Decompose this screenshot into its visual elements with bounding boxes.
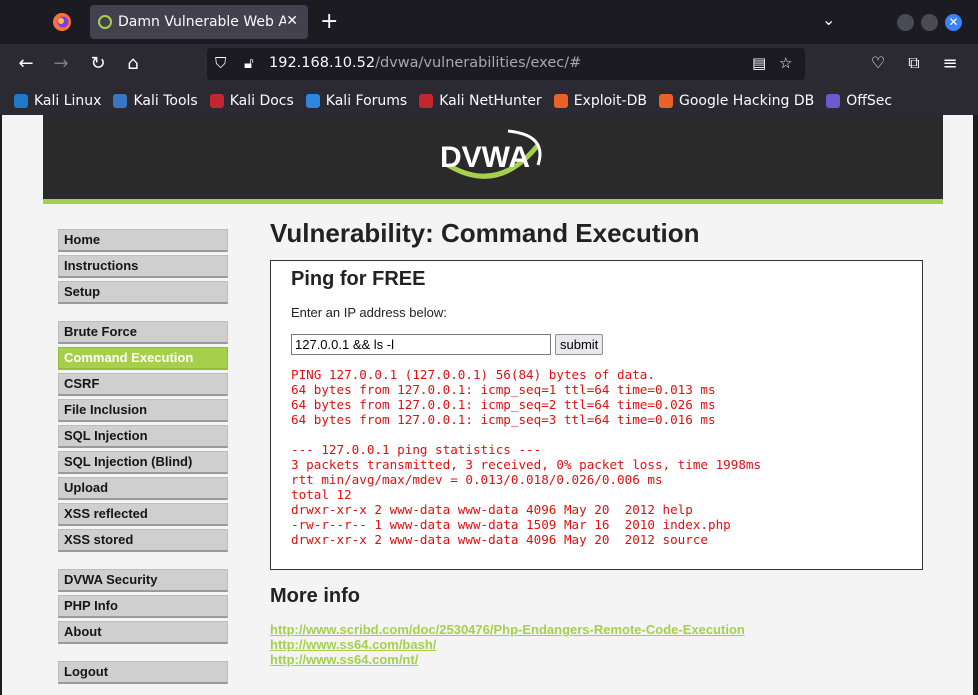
chevron-down-icon[interactable]: ⌄ <box>822 10 835 29</box>
reload-icon[interactable]: ↻ <box>87 53 109 74</box>
menu-item-brute-force[interactable]: Brute Force <box>58 321 228 344</box>
bookmark-label: Exploit-DB <box>573 92 647 109</box>
tab-title: Damn Vulnerable Web App <box>118 14 286 30</box>
extensions-icon[interactable]: ⧉ <box>903 53 925 73</box>
bookmark-item[interactable]: Kali Forums <box>305 92 408 109</box>
pocket-icon[interactable]: ♡ <box>867 53 889 72</box>
close-tab-icon[interactable]: ✕ <box>286 13 298 29</box>
bookmark-label: Kali Forums <box>325 92 408 109</box>
window-edge <box>973 115 978 695</box>
shield-icon[interactable]: ⛉ <box>215 54 226 72</box>
bookmark-item[interactable]: Kali NetHunter <box>419 92 542 109</box>
vulnerable-code-area: Ping for FREE Enter an IP address below:… <box>270 260 923 570</box>
menu-item-instructions[interactable]: Instructions <box>58 255 228 278</box>
ip-input[interactable] <box>291 334 551 355</box>
bookmark-label: Kali Tools <box>133 92 198 109</box>
menu-item-dvwa-security[interactable]: DVWA Security <box>58 569 228 592</box>
dvwa-logo: DVWA <box>440 129 542 179</box>
menu-icon[interactable]: ≡ <box>939 53 961 74</box>
menu-block: Logout <box>58 661 228 684</box>
web-page: DVWA Home Instructions Setup Brute Force Com… <box>2 115 973 695</box>
bookmark-item[interactable]: Kali Linux <box>14 93 101 109</box>
reader-view-icon[interactable]: ▤ <box>752 54 766 72</box>
bookmark-icon <box>553 93 568 108</box>
more-info-link[interactable]: http://www.ss64.com/bash/ <box>270 637 930 652</box>
menu-item-csrf[interactable]: CSRF <box>58 373 228 396</box>
bookmark-item[interactable]: Kali Tools <box>113 92 198 109</box>
new-tab-icon[interactable]: + <box>320 9 338 34</box>
minimize-button[interactable] <box>897 14 914 31</box>
menu-item-upload[interactable]: Upload <box>58 477 228 500</box>
menu-item-xss-reflected[interactable]: XSS reflected <box>58 503 228 526</box>
bookmark-label: Kali Linux <box>34 92 102 109</box>
home-icon[interactable]: ⌂ <box>122 53 144 74</box>
submit-button[interactable]: submit <box>555 334 604 355</box>
url-bar[interactable]: ⛉ 🔓︎ 192.168.10.52/dvwa/vulnerabilities/… <box>207 48 805 80</box>
menu-item-about[interactable]: About <box>58 621 228 644</box>
more-info-link[interactable]: http://www.scribd.com/doc/2530476/Php-En… <box>270 622 930 637</box>
back-icon[interactable]: ← <box>15 53 37 74</box>
bookmark-item[interactable]: OffSec <box>826 93 892 109</box>
menu-block: Home Instructions Setup <box>58 229 228 304</box>
menu-item-setup[interactable]: Setup <box>58 281 228 304</box>
menu-item-php-info[interactable]: PHP Info <box>58 595 228 618</box>
logo-text: DVWA <box>440 141 530 174</box>
side-menu: Home Instructions Setup Brute Force Command … <box>58 229 228 695</box>
main-body: Vulnerability: Command Execution Ping fo… <box>270 218 930 667</box>
url-text[interactable]: 192.168.10.52/dvwa/vulnerabilities/exec/… <box>269 55 581 71</box>
navigation-bar: ← → ↻ ⌂ ⛉ 🔓︎ 192.168.10.52/dvwa/vulnerab… <box>0 44 978 86</box>
bookmark-star-icon[interactable]: ☆ <box>779 54 792 72</box>
lock-icon[interactable]: 🔓︎ <box>244 54 254 72</box>
firefox-icon[interactable] <box>52 12 72 32</box>
bookmark-item[interactable]: Google Hacking DB <box>658 92 815 109</box>
tab-bar: Damn Vulnerable Web App ✕ + ⌄ ✕ <box>0 0 978 44</box>
bookmark-icon <box>419 93 434 108</box>
menu-item-logout[interactable]: Logout <box>58 661 228 684</box>
bookmark-label: OffSec <box>846 92 893 109</box>
menu-item-home[interactable]: Home <box>58 229 228 252</box>
bookmark-label: Google Hacking DB <box>678 92 815 109</box>
menu-item-sql-injection[interactable]: SQL Injection <box>58 425 228 448</box>
bookmark-icon <box>658 93 673 108</box>
url-path: /dvwa/vulnerabilities/exec/# <box>375 55 582 71</box>
more-info-title: More info <box>270 585 360 607</box>
menu-item-sql-injection-blind[interactable]: SQL Injection (Blind) <box>58 451 228 474</box>
box-title: Ping for FREE <box>291 268 426 290</box>
forward-icon[interactable]: → <box>50 53 72 74</box>
bookmark-label: Kali Docs <box>229 92 294 109</box>
more-info-links: http://www.scribd.com/doc/2530476/Php-En… <box>270 622 930 667</box>
close-window-button[interactable]: ✕ <box>945 14 962 31</box>
menu-item-xss-stored[interactable]: XSS stored <box>58 529 228 552</box>
menu-block: DVWA Security PHP Info About <box>58 569 228 644</box>
page-title: Vulnerability: Command Execution <box>270 218 700 248</box>
bookmark-icon <box>209 93 224 108</box>
bookmark-item[interactable]: Kali Docs <box>209 92 294 109</box>
menu-item-file-inclusion[interactable]: File Inclusion <box>58 399 228 422</box>
bookmark-icon <box>14 93 28 108</box>
maximize-button[interactable] <box>921 14 938 31</box>
dvwa-header: DVWA <box>43 115 943 199</box>
tab-dvwa[interactable]: Damn Vulnerable Web App ✕ <box>90 5 308 39</box>
bookmarks-bar: Kali Linux Kali Tools Kali Docs Kali Forums… <box>0 86 978 115</box>
bookmark-icon <box>113 93 128 108</box>
more-info-link[interactable]: http://www.ss64.com/nt/ <box>270 652 930 667</box>
ip-prompt-label: Enter an IP address below: <box>291 305 447 320</box>
content-area: Home Instructions Setup Brute Force Command … <box>43 204 943 695</box>
bookmark-icon <box>826 93 841 108</box>
bookmark-item[interactable]: Exploit-DB <box>553 92 647 109</box>
dvwa-favicon-icon <box>98 15 112 29</box>
bookmark-label: Kali NetHunter <box>439 92 542 109</box>
menu-block: Brute Force Command Execution CSRF File Inc… <box>58 321 228 552</box>
bookmark-icon <box>305 93 320 108</box>
menu-item-command-execution[interactable]: Command Execution <box>58 347 228 370</box>
url-host: 192.168.10.52 <box>269 55 376 71</box>
command-output: PING 127.0.0.1 (127.0.0.1) 56(84) bytes … <box>291 367 762 547</box>
